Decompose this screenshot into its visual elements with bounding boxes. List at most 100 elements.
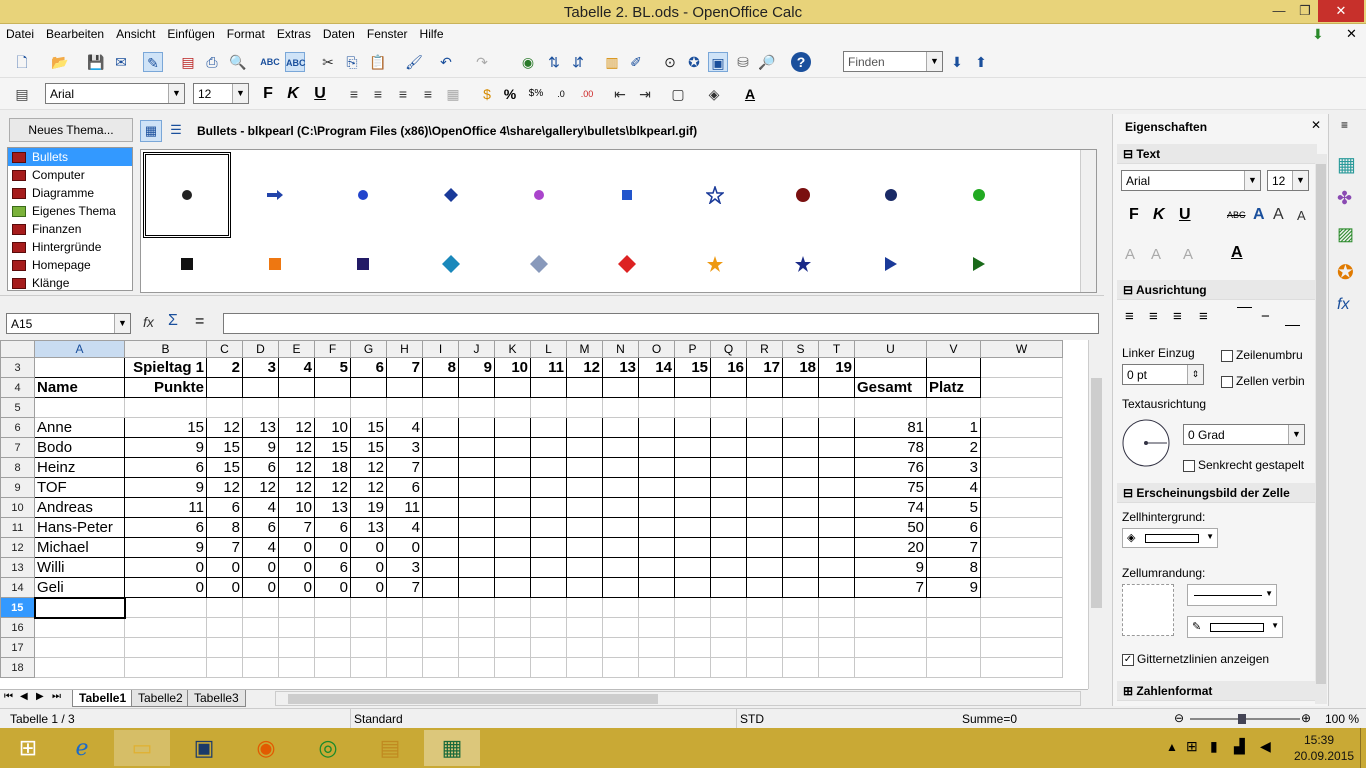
checkbox-icon[interactable] xyxy=(1183,459,1195,472)
cell-w11[interactable] xyxy=(980,517,1063,538)
clock-date[interactable]: 20.09.2015 xyxy=(1294,749,1354,763)
cell-i11[interactable] xyxy=(422,517,459,538)
cell-r13[interactable] xyxy=(746,557,783,578)
cell-u9[interactable]: 75 xyxy=(854,477,927,498)
cell-l18[interactable] xyxy=(530,657,567,678)
cell-q6[interactable] xyxy=(710,417,747,438)
cell-h15[interactable] xyxy=(386,597,423,618)
menu-bearbeiten[interactable]: Bearbeiten xyxy=(40,24,110,46)
select-all-corner[interactable] xyxy=(0,340,35,358)
cell-w5[interactable] xyxy=(980,397,1063,418)
cell-t13[interactable] xyxy=(818,557,855,578)
align-right-icon[interactable]: ≡ xyxy=(393,84,413,104)
cell-a4[interactable]: Name xyxy=(34,377,125,398)
cell-i14[interactable] xyxy=(422,577,459,598)
cell-m10[interactable] xyxy=(566,497,603,518)
cell-l16[interactable] xyxy=(530,617,567,638)
cell-e18[interactable] xyxy=(278,657,315,678)
cell-b12[interactable]: 9 xyxy=(124,537,207,558)
chevron-down-icon[interactable]: ▼ xyxy=(114,314,130,333)
cell-a10[interactable]: Andreas xyxy=(34,497,125,518)
cell-appearance-section-header[interactable]: ⊟ Erscheinungsbild der Zelle xyxy=(1117,483,1317,503)
underline-icon[interactable]: U xyxy=(1179,206,1191,224)
cell-e6[interactable]: 12 xyxy=(278,417,315,438)
sheet-table[interactable]: A B C D E F G H I J K L M N O P Q R S T U V W 3 Spieltag 1234567… xyxy=(0,340,1063,678)
cell-j7[interactable] xyxy=(458,437,495,458)
menu-icon[interactable]: ≡ xyxy=(1341,118,1348,132)
zoom-slider-handle[interactable] xyxy=(1238,714,1246,724)
cell-r12[interactable] xyxy=(746,537,783,558)
start-icon[interactable]: ⊞ xyxy=(0,730,56,766)
stacked-checkbox[interactable]: Senkrecht gestapelt xyxy=(1183,458,1304,472)
row-header[interactable]: 13 xyxy=(0,557,35,578)
download-update-icon[interactable]: ⬇ xyxy=(1312,26,1324,43)
column-header-d[interactable]: D xyxy=(242,340,279,358)
cell-l4[interactable] xyxy=(530,377,567,398)
column-header-o[interactable]: O xyxy=(638,340,675,358)
gallery-item[interactable] xyxy=(495,152,583,238)
cell-h18[interactable] xyxy=(386,657,423,678)
cell-h12[interactable]: 0 xyxy=(386,537,423,558)
styles-tab-icon[interactable]: ✤ xyxy=(1337,188,1352,209)
cell-g17[interactable] xyxy=(350,637,387,658)
font-size-box[interactable]: 12 ▼ xyxy=(193,83,249,104)
cell-k11[interactable] xyxy=(494,517,531,538)
cell-g7[interactable]: 15 xyxy=(350,437,387,458)
cell-i16[interactable] xyxy=(422,617,459,638)
save-icon[interactable]: 💾 xyxy=(86,52,106,72)
underline-icon[interactable]: U xyxy=(310,84,330,104)
theme-eigenes[interactable]: Eigenes Thema xyxy=(8,202,132,220)
cell-c16[interactable] xyxy=(206,617,243,638)
cell-c12[interactable]: 7 xyxy=(206,537,243,558)
cell-a15[interactable] xyxy=(33,596,126,619)
cell-n16[interactable] xyxy=(602,617,639,638)
cell-j6[interactable] xyxy=(458,417,495,438)
cell-a7[interactable]: Bodo xyxy=(34,437,125,458)
gallery-item[interactable] xyxy=(671,240,759,288)
cell-k9[interactable] xyxy=(494,477,531,498)
cell-l15[interactable] xyxy=(530,597,567,618)
detail-view-icon[interactable]: ☰ xyxy=(165,120,187,142)
cell-a9[interactable]: TOF xyxy=(34,477,125,498)
cell-w10[interactable] xyxy=(980,497,1063,518)
cell-k7[interactable] xyxy=(494,437,531,458)
align-center-icon[interactable]: ≡ xyxy=(1149,308,1158,325)
paste-icon[interactable]: 📋 xyxy=(368,52,388,72)
cell-f11[interactable]: 6 xyxy=(314,517,351,538)
name-box[interactable]: A15 ▼ xyxy=(6,313,131,334)
cell-f15[interactable] xyxy=(314,597,351,618)
cell-r9[interactable] xyxy=(746,477,783,498)
cell-r4[interactable] xyxy=(746,377,783,398)
cell-c8[interactable]: 15 xyxy=(206,457,243,478)
cell-q11[interactable] xyxy=(710,517,747,538)
cell-j4[interactable] xyxy=(458,377,495,398)
column-header-e[interactable]: E xyxy=(278,340,315,358)
cell-f5[interactable] xyxy=(314,397,351,418)
border-selector[interactable] xyxy=(1122,584,1174,636)
folder-app-icon[interactable]: ▤ xyxy=(362,730,418,766)
cell-q8[interactable] xyxy=(710,457,747,478)
row-header[interactable]: 15 xyxy=(0,597,35,618)
find-previous-icon[interactable]: ⬆ xyxy=(971,52,991,72)
justify-icon[interactable]: ≡ xyxy=(418,84,438,104)
function-icon[interactable]: = xyxy=(195,313,204,331)
cell-c10[interactable]: 6 xyxy=(206,497,243,518)
cell-v11[interactable]: 6 xyxy=(926,517,981,538)
cell-n7[interactable] xyxy=(602,437,639,458)
cell-p13[interactable] xyxy=(674,557,711,578)
cell-v14[interactable]: 9 xyxy=(926,577,981,598)
cell-a17[interactable] xyxy=(34,637,125,658)
cell-g12[interactable]: 0 xyxy=(350,537,387,558)
cell-m6[interactable] xyxy=(566,417,603,438)
print-icon[interactable]: ⎙ xyxy=(202,52,222,72)
cell-j5[interactable] xyxy=(458,397,495,418)
italic-icon[interactable]: K xyxy=(283,84,303,104)
number-format-section-header[interactable]: ⊞ Zahlenformat xyxy=(1117,681,1317,701)
menu-daten[interactable]: Daten xyxy=(317,24,361,46)
scroll-thumb[interactable] xyxy=(1091,378,1102,608)
cell-v6[interactable]: 1 xyxy=(926,417,981,438)
gallery-item[interactable] xyxy=(583,152,671,238)
cell-d16[interactable] xyxy=(242,617,279,638)
cell-k4[interactable] xyxy=(494,377,531,398)
column-header-b[interactable]: B xyxy=(124,340,207,358)
